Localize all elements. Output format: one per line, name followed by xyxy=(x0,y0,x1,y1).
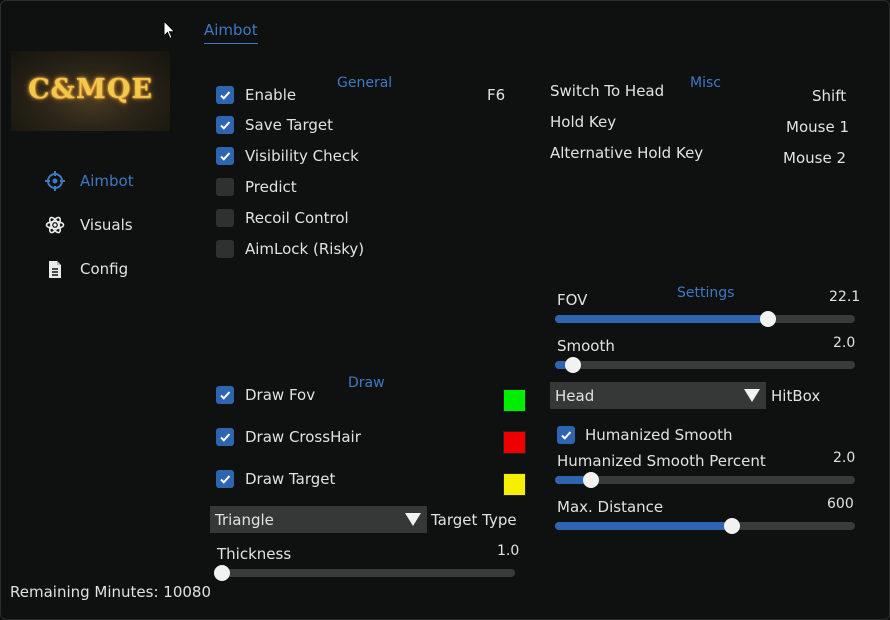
dropdown-arrow-icon xyxy=(405,513,421,526)
misc-section-title: Misc xyxy=(690,75,721,91)
draw-target-checkbox[interactable] xyxy=(216,470,234,488)
switch-to-head-label: Switch To Head xyxy=(550,82,665,100)
save-target-checkbox[interactable] xyxy=(216,116,234,134)
save-target-label: Save Target xyxy=(245,116,333,134)
general-section-title: General xyxy=(337,75,393,91)
hold-key-value[interactable]: Mouse 1 xyxy=(786,118,849,136)
smooth-value: 2.0 xyxy=(833,335,856,351)
sidebar-item-label: Visuals xyxy=(80,216,133,234)
check-icon xyxy=(220,91,231,100)
enable-hotkey[interactable]: F6 xyxy=(487,86,505,104)
alt-hold-key-value[interactable]: Mouse 2 xyxy=(783,149,846,167)
crosshair-icon xyxy=(41,167,69,195)
settings-section-title: Settings xyxy=(677,285,735,301)
sidebar-item-label: Aimbot xyxy=(80,172,134,190)
hitbox-select-value: Head xyxy=(555,386,595,405)
hold-key-label: Hold Key xyxy=(550,113,617,131)
sidebar-item-label: Config xyxy=(80,260,129,278)
draw-fov-label: Draw Fov xyxy=(245,386,316,404)
draw-crosshair-checkbox[interactable] xyxy=(216,428,234,446)
fov-slider-knob[interactable] xyxy=(760,311,776,327)
draw-fov-checkbox[interactable] xyxy=(216,386,234,404)
draw-target-color-swatch[interactable] xyxy=(503,473,526,496)
visibility-check-label: Visibility Check xyxy=(245,147,359,165)
dropdown-arrow-icon xyxy=(744,389,760,402)
sidebar-item-visuals[interactable]: Visuals xyxy=(41,210,133,240)
draw-crosshair-color-swatch[interactable] xyxy=(503,431,526,454)
draw-crosshair-label: Draw CrossHair xyxy=(245,428,361,446)
humanized-percent-slider[interactable] xyxy=(555,472,855,488)
thickness-slider[interactable] xyxy=(214,565,515,581)
humanized-percent-label: Humanized Smooth Percent xyxy=(557,452,766,470)
remaining-minutes-text: Remaining Minutes: 10080 xyxy=(10,583,212,601)
thickness-slider-knob[interactable] xyxy=(214,565,230,581)
atom-icon xyxy=(41,211,69,239)
hitbox-select[interactable]: Head xyxy=(550,382,766,409)
max-distance-slider-knob[interactable] xyxy=(724,518,740,534)
smooth-slider[interactable] xyxy=(555,357,855,373)
max-distance-slider-fill xyxy=(555,522,732,530)
tab-aimbot[interactable]: Aimbot xyxy=(204,21,258,44)
smooth-slider-knob[interactable] xyxy=(565,357,581,373)
check-icon xyxy=(220,152,231,161)
predict-checkbox[interactable] xyxy=(216,178,234,196)
fov-slider[interactable] xyxy=(555,311,855,327)
target-type-select-value: Triangle xyxy=(215,510,274,529)
fov-label: FOV xyxy=(557,291,588,309)
document-icon xyxy=(41,255,69,283)
smooth-label: Smooth xyxy=(557,337,615,355)
draw-fov-color-swatch[interactable] xyxy=(503,389,526,412)
humanized-percent-value: 2.0 xyxy=(833,450,856,466)
app-logo: C&MQE xyxy=(11,51,170,131)
aimlock-label: AimLock (Risky) xyxy=(245,240,365,258)
check-icon xyxy=(220,391,231,400)
thickness-label: Thickness xyxy=(217,545,292,563)
max-distance-value: 600 xyxy=(827,496,854,512)
mouse-cursor-icon xyxy=(163,20,176,40)
humanized-smooth-checkbox[interactable] xyxy=(557,426,575,444)
humanized-percent-slider-knob[interactable] xyxy=(583,472,599,488)
enable-checkbox[interactable] xyxy=(216,86,234,104)
alt-hold-key-label: Alternative Hold Key xyxy=(550,144,704,162)
fov-slider-fill xyxy=(555,315,768,323)
check-icon xyxy=(220,433,231,442)
thickness-value: 1.0 xyxy=(497,543,520,559)
switch-to-head-key[interactable]: Shift xyxy=(812,87,846,105)
recoil-control-label: Recoil Control xyxy=(245,209,349,227)
recoil-control-checkbox[interactable] xyxy=(216,209,234,227)
max-distance-label: Max. Distance xyxy=(557,498,664,516)
aimlock-checkbox[interactable] xyxy=(216,240,234,258)
target-type-label: Target Type xyxy=(431,511,517,529)
hitbox-label: HitBox xyxy=(771,387,821,405)
logo-text: C&MQE xyxy=(28,74,153,105)
predict-label: Predict xyxy=(245,178,297,196)
humanized-smooth-label: Humanized Smooth xyxy=(585,426,733,444)
check-icon xyxy=(220,121,231,130)
target-type-select[interactable]: Triangle xyxy=(210,506,427,533)
sidebar-item-config[interactable]: Config xyxy=(41,254,128,284)
max-distance-slider[interactable] xyxy=(555,518,855,534)
fov-value: 22.1 xyxy=(829,289,861,305)
visibility-check-checkbox[interactable] xyxy=(216,147,234,165)
main-window: C&MQE Aimbot Visuals Config Remaining Mi… xyxy=(0,0,890,620)
enable-label: Enable xyxy=(245,86,297,104)
sidebar-item-aimbot[interactable]: Aimbot xyxy=(41,166,134,196)
check-icon xyxy=(220,475,231,484)
check-icon xyxy=(561,431,572,440)
draw-section-title: Draw xyxy=(348,375,385,391)
draw-target-label: Draw Target xyxy=(245,470,336,488)
